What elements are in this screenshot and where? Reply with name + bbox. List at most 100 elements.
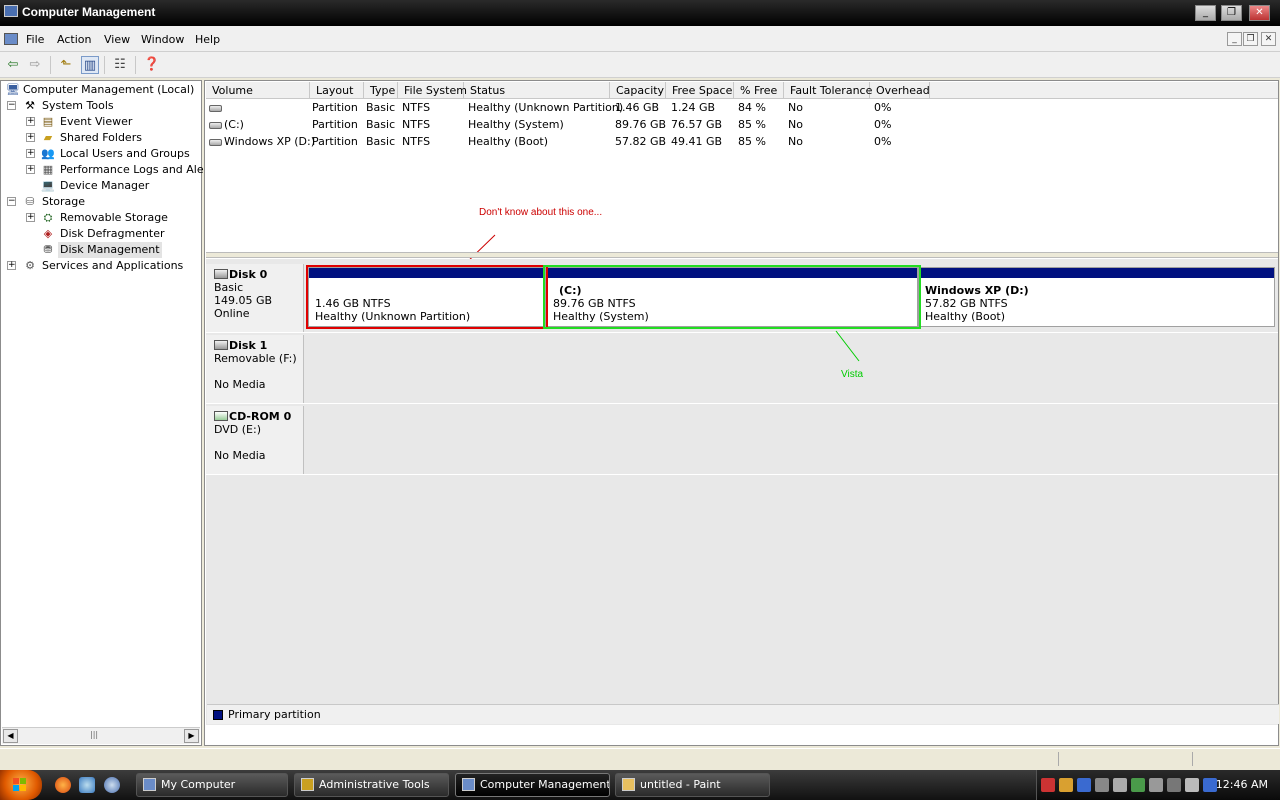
menu-action[interactable]: Action [57,33,91,46]
column-overhead[interactable]: Overhead [870,82,930,99]
firefox-icon[interactable] [55,777,71,793]
expand-icon[interactable]: + [26,165,35,174]
power-icon[interactable] [1185,778,1199,792]
volume-type: Basic [366,101,396,114]
volume-type: Basic [366,135,396,148]
tree-item-device-manager[interactable]: 💻 Device Manager [24,178,200,194]
partition-unknown[interactable]: 1.46 GB NTFS Healthy (Unknown Partition) [308,267,546,327]
mdi-minimize-button[interactable]: _ [1227,32,1242,46]
column-status[interactable]: Status [464,82,610,99]
storage-icon: ⛁ [25,195,35,208]
close-button[interactable]: ✕ [1249,5,1270,21]
tree-item-disk-management[interactable]: ⛃ Disk Management [24,242,200,258]
primary-partition-bar [919,268,1274,278]
scroll-thumb-grip[interactable]: ||| [90,730,98,739]
tree-item-disk-defragmenter[interactable]: ◈ Disk Defragmenter [24,226,200,242]
taskbar-item-my-computer[interactable]: My Computer [136,773,288,797]
expand-icon[interactable]: + [26,149,35,158]
disk-name: Disk 1 [229,339,268,352]
disk-info[interactable]: CD-ROM 0 DVD (E:) No Media [206,406,304,474]
disk-info[interactable]: Disk 1 Removable (F:) No Media [206,335,304,403]
tree-item-event-viewer[interactable]: + ▤ Event Viewer [24,114,200,130]
show-hide-tree-icon[interactable]: ▥ [81,56,99,74]
column-capacity[interactable]: Capacity [610,82,666,99]
taskbar-item-paint[interactable]: untitled - Paint [615,773,770,797]
partition-d[interactable]: Windows XP (D:) 57.82 GB NTFS Healthy (B… [918,267,1275,327]
disk-row-cdrom[interactable]: CD-ROM 0 DVD (E:) No Media [206,406,1278,475]
mdi-child-icon[interactable] [4,33,18,45]
menu-view[interactable]: View [104,33,130,46]
expand-icon[interactable]: + [26,133,35,142]
column-fault-tolerance[interactable]: Fault Tolerance [784,82,872,99]
disk-row-0[interactable]: Disk 0 Basic 149.05 GB Online 1.46 GB NT… [206,264,1278,333]
column-type[interactable]: Type [364,82,398,99]
tray-app-icon[interactable] [1059,778,1073,792]
scroll-left-arrow-icon[interactable]: ◀ [3,729,18,743]
collapse-icon[interactable]: − [7,197,16,206]
tree-item-removable-storage[interactable]: + ⛭ Removable Storage [24,210,200,226]
volume-status: Healthy (Unknown Partition) [468,101,624,114]
partition-c[interactable]: (C:) 89.76 GB NTFS Healthy (System) [546,267,918,327]
mdi-restore-button[interactable]: ❐ [1243,32,1258,46]
disk-row-1[interactable]: Disk 1 Removable (F:) No Media [206,335,1278,404]
taskbar-item-administrative-tools[interactable]: Administrative Tools [294,773,449,797]
menu-file[interactable]: File [26,33,44,46]
back-arrow-icon[interactable]: ⇦ [4,56,22,74]
pane-splitter[interactable] [206,252,1278,258]
toolbar-separator [104,56,105,74]
security-tray-icon[interactable] [1041,778,1055,792]
status-divider [1192,752,1193,766]
volume-percent-free: 85 % [738,135,766,148]
network-icon[interactable] [1131,778,1145,792]
clock[interactable]: 12:46 AM [1216,778,1268,791]
taskbar-item-computer-management[interactable]: Computer Management [455,773,610,797]
bluetooth-icon[interactable] [1077,778,1091,792]
tree-item-shared-folders[interactable]: + ▰ Shared Folders [24,130,200,146]
help-icon[interactable]: ❓ [143,56,161,74]
column-free-space[interactable]: Free Space [666,82,734,99]
column-layout[interactable]: Layout [310,82,364,99]
collapse-icon[interactable]: − [7,101,16,110]
tree-item-storage[interactable]: − ⛁ Storage [5,194,195,210]
switch-windows-icon[interactable] [104,777,120,793]
menu-help[interactable]: Help [195,33,220,46]
tree-item-local-users[interactable]: + 👥 Local Users and Groups [24,146,200,162]
tree-item-services-apps[interactable]: + ⚙ Services and Applications [5,258,195,274]
menu-window[interactable]: Window [141,33,184,46]
volume-icon[interactable] [1113,778,1127,792]
expand-icon[interactable]: + [26,213,35,222]
scroll-right-arrow-icon[interactable]: ▶ [184,729,199,743]
removable-disk-icon [214,340,228,350]
printer-icon[interactable] [1149,778,1163,792]
wireless-icon[interactable] [1095,778,1109,792]
up-folder-icon[interactable]: ⬑ [57,56,75,74]
status-divider [1058,752,1059,766]
taskbar: My Computer Administrative Tools Compute… [0,770,1280,800]
expand-icon[interactable]: + [7,261,16,270]
show-desktop-icon[interactable] [79,777,95,793]
forward-arrow-icon[interactable]: ⇨ [26,56,44,74]
tree-item-system-tools[interactable]: − ⚒ System Tools [5,98,195,114]
safely-remove-hardware-icon[interactable] [1167,778,1181,792]
details-pane: Volume Layout Type File System Status Ca… [204,80,1279,746]
title-bar[interactable]: Computer Management _ ❐ ✕ [0,0,1280,26]
start-button[interactable] [0,770,42,800]
disk-info[interactable]: Disk 0 Basic 149.05 GB Online [206,264,304,332]
volume-row[interactable]: Windows XP (D:) Partition Basic NTFS Hea… [206,133,936,150]
column-percent-free[interactable]: % Free [734,82,784,99]
partition-name: Windows XP (D:) [925,284,1029,297]
tree-item-performance-logs[interactable]: + ▦ Performance Logs and Alerts [24,162,218,178]
mdi-close-button[interactable]: ✕ [1261,32,1276,46]
volume-fault-tolerance: No [788,118,803,131]
column-file-system[interactable]: File System [398,82,467,99]
minimize-button[interactable]: _ [1195,5,1216,21]
volume-row[interactable]: Partition Basic NTFS Healthy (Unknown Pa… [206,99,936,116]
volume-status: Healthy (System) [468,118,564,131]
restore-button[interactable]: ❐ [1221,5,1242,21]
tree-horizontal-scrollbar[interactable]: ◀ ||| ▶ [2,727,200,744]
volume-row[interactable]: (C:) Partition Basic NTFS Healthy (Syste… [206,116,936,133]
column-volume[interactable]: Volume [206,82,310,99]
partition-name: (C:) [559,284,582,297]
properties-icon[interactable]: ☷ [111,56,129,74]
expand-icon[interactable]: + [26,117,35,126]
